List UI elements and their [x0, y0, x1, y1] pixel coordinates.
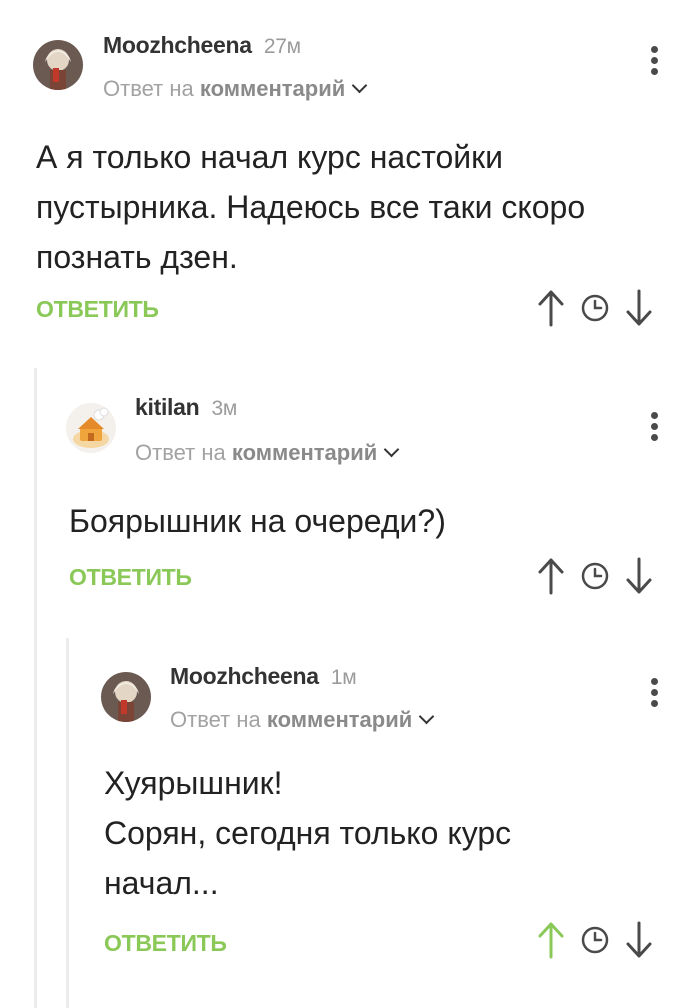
comment-text: А я только начал курс настойки пустырник…: [36, 139, 586, 275]
reply-button[interactable]: ОТВЕТИТЬ: [69, 564, 192, 591]
arrow-down-icon[interactable]: [624, 920, 654, 960]
clock-icon[interactable]: [580, 561, 610, 591]
comment-author[interactable]: Moozhcheena 1м: [170, 663, 357, 690]
comment: Moozhcheena 1м Ответ на комментарий Хуяр…: [0, 640, 700, 1008]
arrow-up-icon[interactable]: [536, 920, 566, 960]
comment-time: 27м: [263, 35, 301, 58]
clock-icon[interactable]: [580, 925, 610, 955]
comment-time: 1м: [330, 666, 357, 689]
clock-icon[interactable]: [580, 293, 610, 323]
avatar[interactable]: [66, 403, 116, 453]
avatar[interactable]: [33, 40, 83, 90]
comment-text: Хуярышник! Сорян, сегодня только курс на…: [104, 765, 512, 901]
comment-text: Боярышник на очереди?): [69, 503, 446, 539]
comment-author[interactable]: kitilan 3м: [135, 394, 237, 421]
chevron-down-icon: [384, 441, 400, 458]
more-vertical-icon[interactable]: [650, 412, 658, 441]
chevron-down-icon: [419, 708, 435, 725]
more-vertical-icon[interactable]: [650, 678, 658, 707]
reply-button[interactable]: ОТВЕТИТЬ: [36, 296, 159, 323]
arrow-down-icon[interactable]: [624, 556, 654, 596]
reply-to-link[interactable]: Ответ на комментарий: [135, 440, 400, 466]
reply-to-link[interactable]: Ответ на комментарий: [103, 76, 368, 102]
avatar[interactable]: [101, 672, 151, 722]
more-vertical-icon[interactable]: [650, 46, 658, 75]
chevron-down-icon: [352, 77, 368, 94]
arrow-up-icon[interactable]: [536, 556, 566, 596]
comment-actions: [536, 288, 654, 328]
arrow-up-icon[interactable]: [536, 288, 566, 328]
arrow-down-icon[interactable]: [624, 288, 654, 328]
comment-time: 3м: [211, 397, 237, 420]
reply-button[interactable]: ОТВЕТИТЬ: [104, 930, 227, 957]
comment-author[interactable]: Moozhcheena 27м: [103, 32, 301, 59]
comment-actions: [536, 920, 654, 960]
reply-to-link[interactable]: Ответ на комментарий: [170, 707, 435, 733]
comment: Moozhcheena 27м Ответ на комментарий А я…: [0, 0, 700, 360]
comment: kitilan 3м Ответ на комментарий Боярышни…: [0, 370, 700, 630]
comment-actions: [536, 556, 654, 596]
